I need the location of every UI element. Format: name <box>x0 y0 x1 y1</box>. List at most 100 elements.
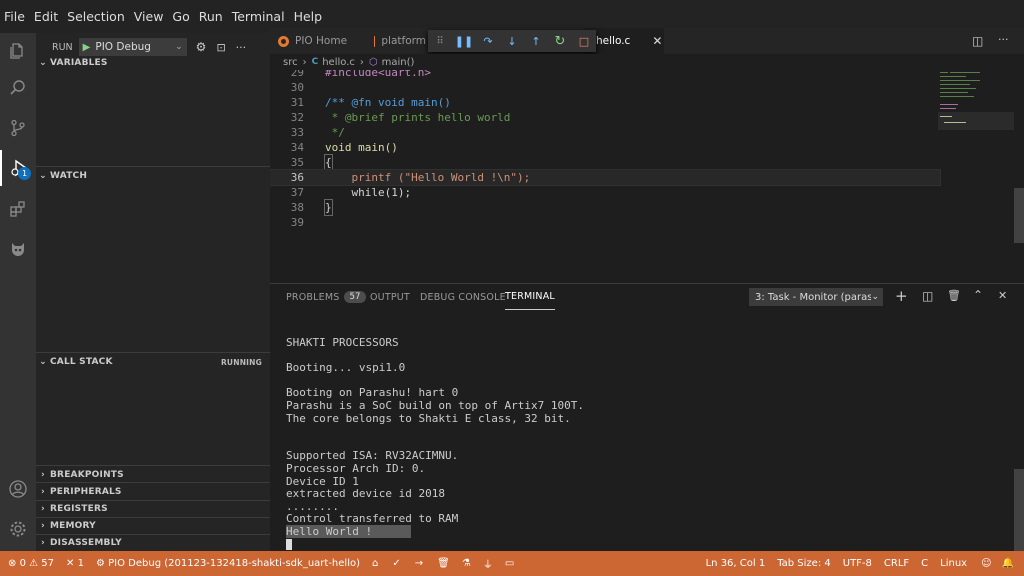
menu-edit[interactable]: Edit <box>34 9 58 24</box>
more-actions-icon[interactable]: ··· <box>236 41 247 54</box>
menu-go[interactable]: Go <box>172 9 189 24</box>
tab-label: platform <box>381 35 426 47</box>
peripherals-section[interactable]: › PERIPHERALS <box>36 483 270 501</box>
code-line: 39 <box>270 215 940 230</box>
split-editor-icon[interactable]: ◫ <box>972 34 983 48</box>
debug-sessions-status[interactable]: ✕ 1 <box>66 558 84 569</box>
tab-label: PIO Home <box>295 35 348 47</box>
restart-icon[interactable]: ↻ <box>548 34 572 49</box>
tab-platform[interactable]: platform <box>366 28 426 54</box>
registers-title: REGISTERS <box>50 504 108 514</box>
source-control-icon[interactable] <box>0 110 36 146</box>
editor-scrollbar[interactable] <box>1014 188 1024 243</box>
problems-count-badge: 57 <box>344 291 366 303</box>
start-debug-icon[interactable]: ▶ <box>83 42 91 53</box>
step-out-icon[interactable]: ↑ <box>524 35 548 48</box>
tab-problems[interactable]: PROBLEMS 57 <box>286 284 366 310</box>
watch-section[interactable]: ⌄ WATCH <box>36 167 270 185</box>
registers-section[interactable]: › REGISTERS <box>36 500 270 518</box>
indentation[interactable]: Tab Size: 4 <box>777 558 831 569</box>
tab-output[interactable]: OUTPUT <box>370 284 410 310</box>
extensions-icon[interactable] <box>0 191 36 227</box>
code-comment: /** @fn void main() <box>325 96 451 109</box>
trash-icon[interactable]: 🗑 <box>947 289 961 302</box>
maximize-panel-icon[interactable]: ⌃ <box>973 288 983 302</box>
serial-monitor-plug-icon[interactable]: ⏚ <box>483 556 493 571</box>
test-flask-icon[interactable]: ⚗ <box>462 558 471 569</box>
account-icon[interactable] <box>0 471 36 507</box>
close-icon[interactable]: ✕ <box>652 34 662 48</box>
code-line: 35 { <box>270 154 940 171</box>
end-of-line[interactable]: CRLF <box>884 558 909 569</box>
feedback-icon[interactable]: ☺ <box>981 558 991 569</box>
open-launch-gear-icon[interactable]: ⚙ <box>196 40 207 54</box>
stop-icon[interactable]: □ <box>572 35 596 48</box>
menu-selection[interactable]: Selection <box>67 9 125 24</box>
code-text: printf ("Hello World !\n"); <box>325 171 531 184</box>
menu-file[interactable]: File <box>4 9 25 24</box>
terminal-select[interactable]: 3: Task - Monitor (paras ⌄ <box>749 288 883 306</box>
line-number: 29 <box>290 70 304 79</box>
clean-trash-icon[interactable]: 🗑 <box>437 558 450 569</box>
terminal-icon[interactable]: ▭ <box>505 558 514 569</box>
settings-gear-icon[interactable] <box>0 511 36 547</box>
call-stack-section[interactable]: ⌄ CALL STACK RUNNING <box>36 353 270 371</box>
drag-handle-icon[interactable]: ⠿ <box>428 36 452 47</box>
code-text: while(1); <box>325 186 412 199</box>
run-label: RUN <box>52 41 73 53</box>
build-check-icon[interactable]: ✓ <box>392 558 400 569</box>
code-editor[interactable]: 29 #include<uart.h> 30 31 /** @fn void mai… <box>270 70 1024 283</box>
close-panel-icon[interactable]: ✕ <box>998 289 1007 302</box>
breadcrumb-folder[interactable]: src <box>283 57 298 68</box>
menu-terminal[interactable]: Terminal <box>232 9 285 24</box>
step-into-icon[interactable]: ↓ <box>500 35 524 48</box>
warning-count: 57 <box>41 558 55 569</box>
menu-view[interactable]: View <box>134 9 164 24</box>
debug-badge: 1 <box>18 167 31 180</box>
upload-arrow-icon[interactable]: → <box>415 558 423 569</box>
terminal-line: extracted device id 2018 <box>286 487 445 500</box>
split-terminal-icon[interactable]: ◫ <box>922 289 933 303</box>
encoding[interactable]: UTF-8 <box>843 558 872 569</box>
memory-section[interactable]: › MEMORY <box>36 517 270 535</box>
pause-icon[interactable]: ❚❚ <box>452 35 476 48</box>
error-icon: ⊗ <box>8 558 17 569</box>
problems-status[interactable]: ⊗ 0 ⚠ 57 <box>8 558 54 569</box>
terminal-scrollbar[interactable] <box>1014 469 1024 552</box>
debug-sidebar: RUN ▶ PIO Debug ⌄ ⚙ ⊡ ··· ⌄ VARIABLES ⌄ WA… <box>36 33 270 551</box>
breadcrumb-file[interactable]: hello.c <box>322 57 355 68</box>
breadcrumb-symbol[interactable]: main() <box>382 57 415 68</box>
chevron-right-icon: › <box>41 504 45 514</box>
debug-session-status[interactable]: ⚙ PIO Debug (201123-132418-shakti-sdk_ua… <box>96 558 360 569</box>
menu-help[interactable]: Help <box>294 9 323 24</box>
disassembly-title: DISASSEMBLY <box>50 538 122 548</box>
platformio-icon[interactable] <box>0 231 36 267</box>
tab-terminal[interactable]: TERMINAL <box>505 284 555 310</box>
tab-pio-home[interactable]: PIO Home <box>270 28 366 54</box>
variables-title: VARIABLES <box>50 58 108 68</box>
platform-os[interactable]: Linux <box>940 558 967 569</box>
activity-bar: 1 <box>0 33 36 551</box>
tab-hello-c[interactable]: hello.c ✕ <box>584 28 664 54</box>
code-text: #include<uart.h> <box>325 70 431 79</box>
chevron-right-icon: › <box>41 487 45 497</box>
language-mode[interactable]: C <box>921 558 928 569</box>
menu-run[interactable]: Run <box>199 9 223 24</box>
more-actions-icon[interactable]: ··· <box>998 33 1009 46</box>
notifications-bell-icon[interactable]: 🔔 <box>1002 558 1014 569</box>
code-line: 31 /** @fn void main() <box>270 95 940 110</box>
variables-section[interactable]: ⌄ VARIABLES <box>36 54 270 72</box>
new-terminal-icon[interactable]: + <box>895 287 908 305</box>
search-icon[interactable] <box>0 70 36 106</box>
run-debug-icon[interactable]: 1 <box>0 150 36 186</box>
explorer-icon[interactable] <box>0 33 36 69</box>
debug-console-icon[interactable]: ⊡ <box>216 41 225 54</box>
bottom-panel: PROBLEMS 57 OUTPUT DEBUG CONSOLE TERMINAL… <box>270 283 1024 552</box>
step-over-icon[interactable]: ↷ <box>476 35 500 48</box>
cursor-position[interactable]: Ln 36, Col 1 <box>706 558 766 569</box>
tab-debug-console[interactable]: DEBUG CONSOLE <box>420 284 506 310</box>
disassembly-section[interactable]: › DISASSEMBLY <box>36 534 270 552</box>
home-icon[interactable]: ⌂ <box>372 558 378 569</box>
minimap[interactable] <box>938 70 1014 130</box>
tab-label: OUTPUT <box>370 291 410 303</box>
